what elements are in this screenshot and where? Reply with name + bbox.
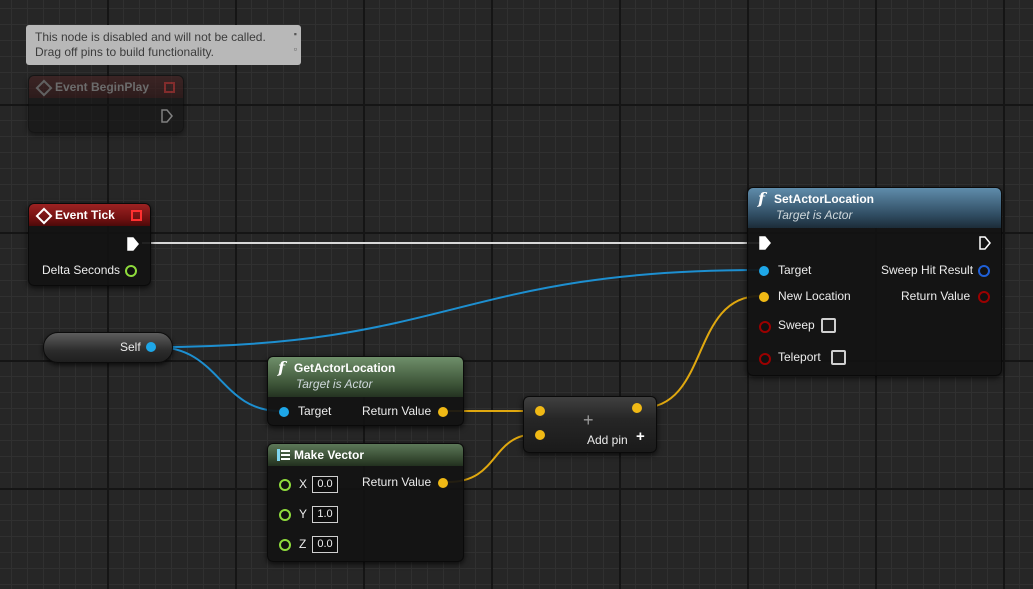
vector-add-node[interactable]: + Add pin + [523, 396, 657, 453]
sweep-hit-result-pin[interactable] [978, 265, 990, 277]
y-value-input[interactable]: 1.0 [312, 506, 338, 523]
sweep-label: Sweep [778, 318, 815, 332]
event-tick-header[interactable]: Event Tick [29, 204, 150, 226]
delta-seconds-label: Delta Seconds [42, 263, 121, 277]
self-node[interactable]: Self [43, 332, 173, 363]
target-label: Target [298, 404, 332, 418]
target-label: Target [778, 263, 812, 277]
tooltip-line-1: This node is disabled and will not be ca… [35, 30, 266, 44]
teleport-checkbox[interactable] [831, 350, 846, 365]
add-pin-plus-icon[interactable]: + [636, 429, 645, 444]
tooltip-line-2: Drag off pins to build functionality. [35, 45, 214, 59]
make-vector-title: Make Vector [294, 448, 365, 462]
struct-make-icon [277, 449, 290, 461]
return-value-pin[interactable] [978, 291, 990, 303]
exec-in-pin[interactable] [759, 236, 771, 250]
return-value-pin[interactable] [438, 407, 448, 417]
event-diamond-icon [35, 207, 53, 225]
get-actor-location-header[interactable]: f GetActorLocation Target is Actor [268, 357, 463, 397]
pin-icon: ▪ ▫ [293, 29, 297, 54]
event-tick-node[interactable]: Event Tick Delta Seconds [28, 203, 151, 286]
get-actor-location-subtitle: Target is Actor [296, 377, 373, 391]
add-plus-icon: + [583, 410, 594, 430]
make-vector-header[interactable]: Make Vector [268, 444, 463, 466]
set-actor-location-header[interactable]: f SetActorLocation Target is Actor [748, 188, 1001, 228]
self-to-target-wire [155, 269, 761, 348]
x-pin[interactable] [279, 479, 291, 491]
a-input-pin[interactable] [535, 406, 545, 416]
target-pin[interactable] [759, 266, 769, 276]
add-to-newlocation-wire [640, 295, 761, 409]
x-label: X [299, 477, 308, 491]
event-tick-title: Event Tick [55, 208, 115, 222]
sweep-pin[interactable] [759, 321, 771, 333]
y-pin[interactable] [279, 509, 291, 521]
make-vector-node[interactable]: Make Vector Return Value X 0.0 Y 1.0 Z 0… [267, 443, 464, 562]
y-label: Y [299, 507, 308, 521]
return-value-label: Return Value [362, 475, 432, 489]
return-value-label: Return Value [362, 404, 432, 418]
b-input-pin[interactable] [535, 430, 545, 440]
get-actor-location-title: GetActorLocation [294, 361, 396, 375]
new-location-pin[interactable] [759, 292, 769, 302]
disabled-node-tooltip: This node is disabled and will not be ca… [26, 25, 301, 65]
set-actor-location-title: SetActorLocation [774, 192, 875, 206]
z-value-input[interactable]: 0.0 [312, 536, 338, 553]
exec-out-pin[interactable] [161, 109, 173, 123]
exec-out-pin[interactable] [979, 236, 991, 250]
event-beginplay-title: Event BeginPlay [55, 80, 150, 94]
new-location-label: New Location [778, 289, 851, 303]
add-pin-label[interactable]: Add pin [587, 433, 628, 447]
z-label: Z [299, 537, 307, 551]
delta-seconds-pin[interactable] [125, 265, 137, 277]
get-actor-location-node[interactable]: f GetActorLocation Target is Actor Targe… [267, 356, 464, 426]
set-actor-location-node[interactable]: f SetActorLocation Target is Actor Targe… [747, 187, 1002, 376]
x-value-input[interactable]: 0.0 [312, 476, 338, 493]
function-icon: f [758, 189, 765, 208]
event-diamond-icon [35, 79, 53, 97]
z-pin[interactable] [279, 539, 291, 551]
target-pin[interactable] [279, 407, 289, 417]
sweep-checkbox[interactable] [821, 318, 836, 333]
delegate-pin-icon[interactable] [131, 210, 142, 221]
delegate-pin-icon[interactable] [164, 82, 175, 93]
return-value-label: Return Value [901, 289, 971, 303]
event-beginplay-node[interactable]: Event BeginPlay [28, 75, 184, 133]
function-icon: f [278, 358, 285, 377]
self-to-getactor-wire [155, 346, 281, 412]
exec-out-pin[interactable] [127, 237, 139, 251]
sweep-hit-result-label: Sweep Hit Result [881, 263, 974, 277]
self-label: Self [120, 340, 141, 354]
teleport-pin[interactable] [759, 353, 771, 365]
set-actor-location-subtitle: Target is Actor [776, 208, 853, 222]
add-output-pin[interactable] [632, 403, 642, 413]
self-out-pin[interactable] [146, 342, 156, 352]
event-beginplay-header[interactable]: Event BeginPlay [29, 76, 183, 98]
teleport-label: Teleport [778, 350, 821, 364]
return-value-pin[interactable] [438, 478, 448, 488]
